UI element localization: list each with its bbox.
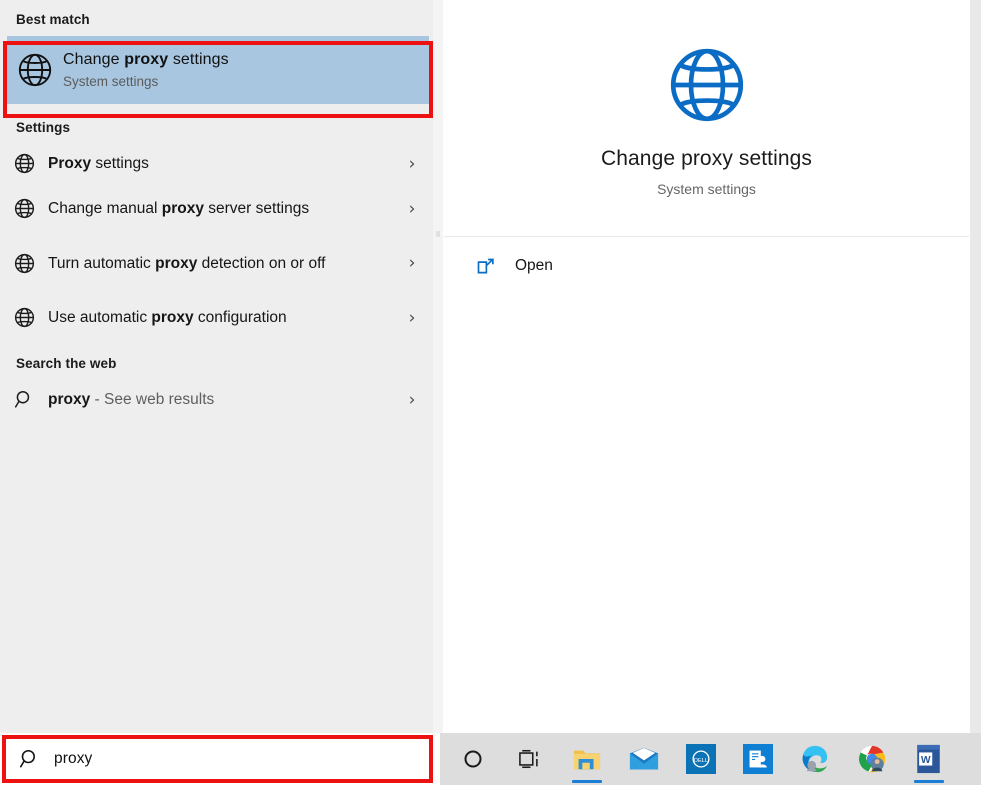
- settings-result-label: Change manual proxy server settings: [48, 198, 391, 219]
- file-explorer-icon[interactable]: [563, 733, 610, 785]
- label-prefix: Use automatic: [48, 309, 151, 326]
- taskbar: DELL: [440, 733, 981, 785]
- settings-result-proxy-settings[interactable]: Proxy settings ›: [0, 141, 433, 186]
- label-suffix: detection on or off: [197, 255, 325, 272]
- label-suffix: server settings: [204, 200, 309, 217]
- chevron-right-icon[interactable]: ›: [391, 199, 433, 219]
- settings-result-manual-proxy-server[interactable]: Change manual proxy server settings ›: [0, 186, 433, 231]
- best-match-title-match: proxy: [124, 51, 168, 68]
- settings-result-label: Turn automatic proxy detection on or off: [48, 253, 391, 274]
- right-edge-seam: [970, 0, 981, 733]
- preview-subtitle: System settings: [657, 180, 756, 198]
- best-match-title: Change proxy settings: [63, 50, 229, 70]
- contacts-app-icon[interactable]: [734, 733, 781, 785]
- search-the-web-header: Search the web: [0, 340, 433, 377]
- web-result-suffix: - See web results: [90, 391, 214, 408]
- best-match-result[interactable]: Change proxy settings System settings: [7, 36, 429, 104]
- word-icon[interactable]: W: [905, 733, 952, 785]
- preview-panel: Change proxy settings System settings Op…: [443, 6, 970, 733]
- chevron-right-icon[interactable]: ›: [391, 253, 433, 273]
- best-match-title-prefix: Change: [63, 51, 124, 68]
- globe-icon: [0, 153, 48, 174]
- task-view-icon[interactable]: [506, 733, 553, 785]
- search-input[interactable]: proxy: [6, 739, 429, 779]
- globe-icon: [0, 198, 48, 219]
- search-input-value[interactable]: proxy: [54, 749, 92, 769]
- globe-icon: [7, 52, 63, 88]
- web-result-label: proxy - See web results: [48, 389, 391, 410]
- globe-icon: [667, 45, 747, 130]
- open-external-icon: [475, 256, 515, 277]
- settings-result-auto-proxy-detection[interactable]: Turn automatic proxy detection on or off…: [0, 231, 433, 295]
- scrollbar-thumb[interactable]: [436, 231, 440, 237]
- best-match-subtitle: System settings: [63, 73, 229, 91]
- preview-title: Change proxy settings: [601, 146, 812, 172]
- best-match-header: Best match: [0, 0, 433, 36]
- label-match: proxy: [155, 255, 197, 272]
- chevron-right-icon[interactable]: ›: [391, 308, 433, 328]
- open-action[interactable]: Open: [443, 237, 970, 295]
- settings-result-auto-proxy-configuration[interactable]: Use automatic proxy configuration ›: [0, 295, 433, 340]
- running-indicator: [572, 780, 602, 783]
- search-icon: [0, 389, 48, 410]
- panel-seam: [433, 0, 443, 733]
- chevron-right-icon[interactable]: ›: [391, 154, 433, 174]
- edge-icon[interactable]: [791, 733, 838, 785]
- web-result-query: proxy: [48, 391, 90, 408]
- chevron-right-icon[interactable]: ›: [391, 390, 433, 410]
- label-prefix: Change manual: [48, 200, 162, 217]
- label-prefix: Turn automatic: [48, 255, 155, 272]
- chrome-icon[interactable]: [848, 733, 895, 785]
- label-match: proxy: [162, 200, 204, 217]
- search-icon: [6, 748, 54, 770]
- globe-icon: [0, 307, 48, 328]
- svg-text:DELL: DELL: [693, 758, 708, 764]
- cortana-icon[interactable]: [449, 733, 496, 785]
- web-result-proxy[interactable]: proxy - See web results ›: [0, 377, 433, 422]
- windows-search-screen: Best match Change proxy settings System …: [0, 0, 981, 785]
- best-match-title-suffix: settings: [168, 51, 229, 68]
- settings-result-label: Use automatic proxy configuration: [48, 307, 391, 328]
- best-match-text: Change proxy settings System settings: [63, 50, 229, 91]
- open-action-label: Open: [515, 256, 553, 276]
- running-indicator: [914, 780, 944, 783]
- mail-icon[interactable]: [620, 733, 667, 785]
- search-results-panel: Best match Change proxy settings System …: [0, 0, 433, 733]
- label-suffix: configuration: [194, 309, 287, 326]
- svg-text:W: W: [921, 755, 931, 766]
- settings-result-label: Proxy settings: [48, 153, 391, 174]
- dell-icon[interactable]: DELL: [677, 733, 724, 785]
- globe-icon: [0, 253, 48, 274]
- preview-hero: Change proxy settings System settings: [443, 6, 970, 236]
- label-match: proxy: [151, 309, 193, 326]
- label-match: Proxy: [48, 155, 91, 172]
- settings-section-header: Settings: [0, 104, 433, 141]
- label-suffix: settings: [91, 155, 149, 172]
